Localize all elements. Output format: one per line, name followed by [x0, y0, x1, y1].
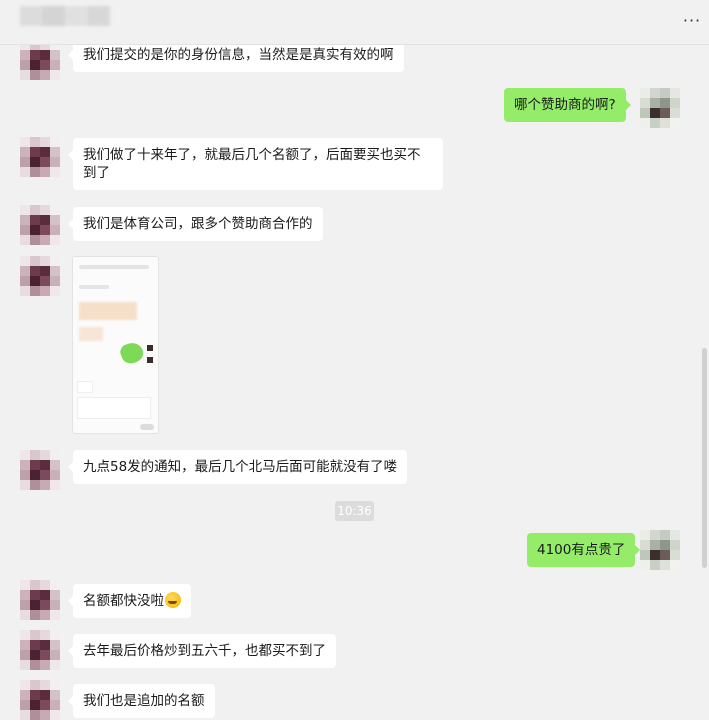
chat-header: ···: [0, 0, 709, 45]
contact-avatar[interactable]: [20, 450, 60, 490]
thumb-header: [79, 265, 149, 269]
message-bubble-incoming[interactable]: 去年最后价格炒到五六千，也都买不到了: [68, 634, 336, 668]
thumb-blurred-area: [79, 302, 137, 320]
thumb-blurred-area: [79, 327, 103, 341]
thumb-toolbar: [140, 424, 154, 430]
thumb-text-card: [77, 397, 151, 419]
contact-avatar[interactable]: [20, 205, 60, 245]
contact-avatar[interactable]: [20, 630, 60, 670]
my-avatar[interactable]: [640, 88, 680, 128]
chat-title-blurred: [20, 6, 110, 26]
thumb-small-card: [77, 381, 93, 393]
thumb-green-bubble: [118, 339, 146, 367]
message-bubble-incoming[interactable]: 我们做了十来年了，就最后几个名额了，后面要买也买不到了: [68, 138, 443, 190]
chat-scrollbar[interactable]: [702, 348, 707, 568]
message-timestamp: 10:36: [335, 501, 374, 521]
message-bubble-incoming[interactable]: 我们是体育公司，跟多个赞助商合作的: [68, 207, 323, 241]
contact-avatar[interactable]: [20, 137, 60, 177]
message-bubble-outgoing[interactable]: 4100有点贵了: [527, 533, 641, 567]
laughing-crying-emoji-icon: [165, 592, 181, 608]
message-bubble-incoming[interactable]: 我们也是追加的名额: [68, 684, 215, 718]
message-bubble-outgoing[interactable]: 哪个赞助商的啊?: [504, 88, 631, 122]
my-avatar[interactable]: [640, 530, 680, 570]
thumb-line: [79, 285, 109, 289]
contact-avatar[interactable]: [20, 40, 60, 80]
contact-avatar[interactable]: [20, 580, 60, 620]
thumb-avatar: [147, 345, 153, 351]
message-bubble-incoming[interactable]: 名额都快没啦: [68, 584, 191, 618]
contact-avatar[interactable]: [20, 256, 60, 296]
image-message-thumbnail[interactable]: [72, 256, 159, 434]
contact-avatar[interactable]: [20, 680, 60, 720]
message-text: 名额都快没啦: [83, 593, 164, 609]
thumb-avatar: [147, 357, 153, 363]
message-bubble-incoming[interactable]: 九点58发的通知，最后几个北马后面可能就没有了喽: [67, 450, 408, 484]
more-options-icon[interactable]: ···: [681, 10, 703, 32]
